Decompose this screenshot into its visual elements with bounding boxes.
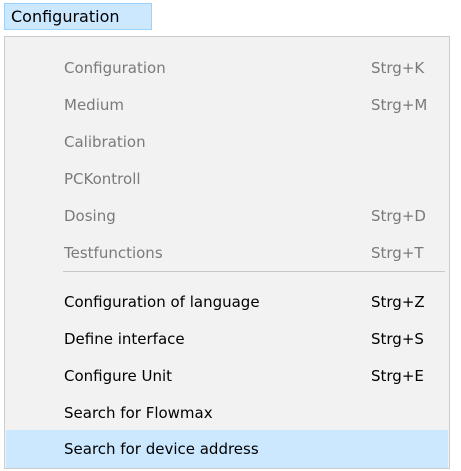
menu-item-define-interface[interactable]: Define interface Strg+S [6,320,448,358]
menu-item-label: Configuration of language [64,293,260,311]
menu-item-dosing[interactable]: Dosing Strg+D [6,197,448,235]
configuration-dropdown-menu: Configuration Strg+K Medium Strg+M Calib… [4,36,450,469]
menu-item-shortcut: Strg+T [371,244,424,262]
menu-item-label: Search for device address [64,440,259,458]
menu-item-label: Search for Flowmax [64,404,213,422]
menu-item-search-for-flowmax[interactable]: Search for Flowmax [6,394,448,432]
menu-item-label: Medium [64,96,124,114]
menu-item-configure-unit[interactable]: Configure Unit Strg+E [6,357,448,395]
menu-item-label: Testfunctions [64,244,163,262]
menu-item-shortcut: Strg+S [371,330,424,348]
menu-item-testfunctions[interactable]: Testfunctions Strg+T [6,234,448,272]
menu-item-label: Calibration [64,133,146,151]
menu-item-label: Configure Unit [64,367,173,385]
menu-separator [63,271,445,272]
configuration-menu-button[interactable]: Configuration [4,3,152,30]
menu-item-shortcut: Strg+M [371,96,428,114]
menu-item-medium[interactable]: Medium Strg+M [6,86,448,124]
menu-item-shortcut: Strg+K [371,59,425,77]
menu-item-label: Dosing [64,207,116,225]
menu-item-label: PCKontroll [64,170,141,188]
menu-item-pckontroll[interactable]: PCKontroll [6,160,448,198]
menu-item-shortcut: Strg+E [371,367,424,385]
menu-item-configuration[interactable]: Configuration Strg+K [6,49,448,87]
menu-item-configuration-of-language[interactable]: Configuration of language Strg+Z [6,283,448,321]
menu-item-label: Define interface [64,330,185,348]
menu-item-calibration[interactable]: Calibration [6,123,448,161]
menu-bar: Configuration [0,0,461,34]
menu-item-search-for-device-address[interactable]: Search for device address [6,430,448,468]
menu-item-label: Configuration [64,59,166,77]
menu-item-shortcut: Strg+D [371,207,426,225]
menu-item-shortcut: Strg+Z [371,293,425,311]
